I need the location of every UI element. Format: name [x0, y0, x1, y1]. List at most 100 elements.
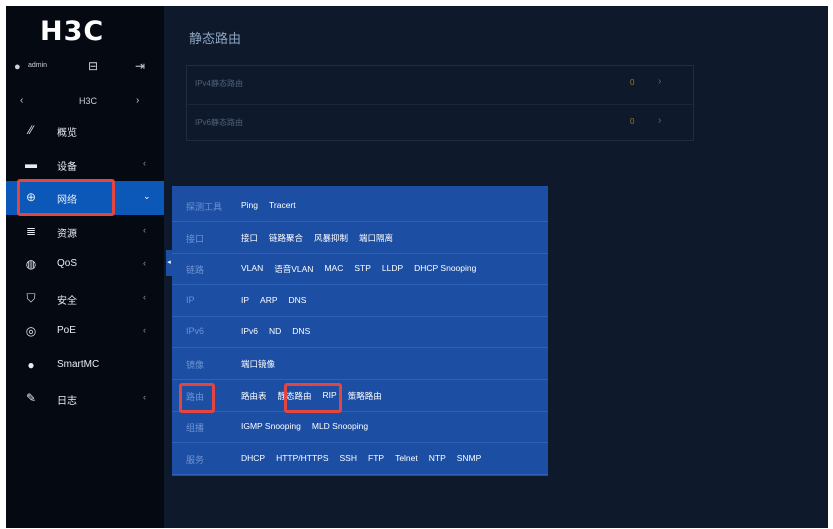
save-icon[interactable]: ⊟ [88, 59, 98, 73]
ipv4-route-row[interactable]: IPv4静态路由 0 › [187, 66, 693, 102]
menu-item[interactable]: IP [241, 295, 249, 305]
menu-item[interactable]: Telnet [395, 453, 418, 463]
menu-item[interactable]: Ping [241, 200, 258, 210]
menu-category: IP [186, 294, 195, 305]
page-title: 静态路由 [189, 31, 242, 46]
menu-category: 镜像 [186, 360, 205, 370]
chevron-icon: ‹ [143, 258, 146, 268]
menu-item[interactable]: ARP [260, 295, 277, 305]
sidebar-item[interactable]: ◍ QoS ‹ [6, 248, 164, 282]
menu-item[interactable]: DNS [292, 326, 310, 336]
chevron-icon: ‹ [143, 392, 146, 402]
menu-item[interactable]: MAC [324, 263, 343, 275]
menu-row: IP IP ARP DNS [172, 285, 548, 317]
sidebar-item-label: 日志 [57, 396, 77, 407]
menu-item[interactable]: SNMP [457, 453, 482, 463]
dashboard-icon: ⁄⁄ [28, 123, 33, 137]
menu-category: 探测工具 [186, 202, 223, 212]
menu-items: VLAN 语音VLAN MAC STP LLDP DHCP Snooping [241, 263, 476, 275]
user-bar: ● admin ⊟ ⇥ [6, 58, 164, 78]
smartmc-icon: ● [27, 357, 35, 372]
sidebar-item[interactable]: ⁄⁄ 概览 [6, 114, 164, 148]
nav-menu: ⁄⁄ 概览 ▬ 设备 ‹ ⊕ 网络 ⌄ ≣ 资源 ‹ ◍ QoS ‹ ⛉ 安全 ‹ ◎ PoE ‹ ● SmartMC ✎ 日… [6, 114, 164, 416]
menu-item[interactable]: LLDP [382, 263, 403, 275]
row-label: IPv6静态路由 [195, 118, 244, 127]
qos-icon: ◍ [25, 257, 37, 271]
device-switcher: ‹ H3C › [6, 93, 164, 111]
sidebar-item-label: SmartMC [57, 358, 100, 370]
menu-category: 链路 [186, 265, 205, 276]
prev-device-icon[interactable]: ‹ [20, 95, 23, 106]
menu-item[interactable]: DHCP [241, 453, 265, 463]
menu-row: 链路 VLAN 语音VLAN MAC STP LLDP DHCP Snooping [172, 253, 548, 286]
menu-items: Ping Tracert [241, 200, 296, 210]
menu-item[interactable]: 接口 [241, 232, 258, 244]
highlight-network [17, 179, 115, 216]
sidebar-item[interactable]: ≣ 资源 ‹ [6, 215, 164, 249]
menu-item[interactable]: 链路聚合 [269, 232, 303, 244]
row-count: 0 [630, 117, 635, 126]
menu-item[interactable]: STP [354, 263, 371, 275]
app-window: H3C ● admin ⊟ ⇥ ‹ H3C › ⁄⁄ 概览 ▬ 设备 ‹ ⊕ 网络 ⌄ ≣ 资源 ‹… [6, 6, 828, 528]
menu-item[interactable]: IGMP Snooping [241, 421, 301, 431]
sidebar-item-label: PoE [57, 325, 76, 336]
sidebar-item-label: 概览 [57, 128, 77, 139]
menu-item[interactable]: VLAN [241, 263, 263, 275]
chevron-right-icon[interactable]: › [658, 115, 661, 126]
menu-items: IGMP Snooping MLD Snooping [241, 421, 368, 431]
sidebar-item-label: 资源 [57, 228, 77, 240]
menu-row: 探测工具 Ping Tracert [172, 190, 548, 222]
menu-item[interactable]: HTTP/HTTPS [276, 453, 328, 463]
chevron-icon: ‹ [143, 157, 146, 168]
menu-row: 服务 DHCP HTTP/HTTPS SSH FTP Telnet NTP SNMP [172, 443, 548, 475]
log-icon: ✎ [25, 391, 37, 405]
sidebar-item[interactable]: ● SmartMC [6, 349, 164, 383]
sidebar-item[interactable]: ▬ 设备 ‹ [6, 148, 164, 182]
sidebar-item[interactable]: ◎ PoE ‹ [6, 315, 164, 349]
menu-category: 接口 [186, 233, 205, 244]
menu-items: 端口镜像 [241, 358, 275, 370]
menu-items: IPv6 ND DNS [241, 326, 310, 336]
menu-row: 镜像 端口镜像 [172, 348, 548, 380]
logout-icon[interactable]: ⇥ [135, 59, 145, 73]
menu-item[interactable]: 端口隔离 [359, 232, 393, 244]
menu-row: 接口 接口 链路聚合 风暴抑制 端口隔离 [172, 222, 548, 254]
chevron-icon: ‹ [143, 325, 146, 335]
sidebar-item-label: 安全 [57, 295, 77, 307]
menu-item[interactable]: SSH [340, 453, 357, 463]
chevron-icon: ⌄ [143, 191, 151, 201]
menu-items: 接口 链路聚合 风暴抑制 端口隔离 [241, 232, 393, 244]
menu-item[interactable]: DHCP Snooping [414, 263, 476, 275]
menu-item[interactable]: 策略路由 [348, 390, 382, 402]
next-device-icon[interactable]: › [136, 95, 139, 106]
menu-item[interactable]: ND [269, 326, 281, 336]
menu-row: IPv6 IPv6 ND DNS [172, 316, 548, 349]
menu-item[interactable]: 端口镜像 [241, 358, 275, 370]
device-icon: ▬ [25, 156, 37, 171]
database-icon: ≣ [25, 223, 37, 238]
chevron-icon: ‹ [143, 224, 146, 235]
menu-item[interactable]: 路由表 [241, 390, 267, 402]
menu-item[interactable]: Tracert [269, 200, 296, 210]
menu-item[interactable]: FTP [368, 453, 384, 463]
network-submenu: 探测工具 Ping Tracert 接口 接口 链路聚合 风暴抑制 端口隔离 链路 VLAN 语音V… [172, 186, 548, 476]
h3c-logo: H3C [40, 16, 105, 47]
chevron-icon: ‹ [143, 291, 146, 302]
menu-item[interactable]: 语音VLAN [274, 263, 313, 275]
chevron-right-icon[interactable]: › [658, 76, 661, 87]
menu-item[interactable]: IPv6 [241, 326, 258, 336]
sidebar-item[interactable]: ⛉ 安全 ‹ [6, 282, 164, 316]
menu-item[interactable]: DNS [289, 295, 307, 305]
menu-items: IP ARP DNS [241, 295, 306, 305]
poe-icon: ◎ [25, 324, 37, 338]
sidebar-item[interactable]: ✎ 日志 ‹ [6, 382, 164, 416]
menu-item[interactable]: MLD Snooping [312, 421, 368, 431]
ipv6-route-row[interactable]: IPv6静态路由 0 › [187, 104, 693, 140]
menu-item[interactable]: NTP [429, 453, 446, 463]
menu-item[interactable]: 风暴抑制 [314, 232, 348, 244]
row-count: 0 [630, 78, 635, 87]
menu-row: 组播 IGMP Snooping MLD Snooping [172, 411, 548, 444]
static-route-panel: IPv4静态路由 0 › IPv6静态路由 0 › [186, 65, 694, 141]
device-name: H3C [79, 96, 98, 106]
sidebar: H3C ● admin ⊟ ⇥ ‹ H3C › ⁄⁄ 概览 ▬ 设备 ‹ ⊕ 网络 ⌄ ≣ 资源 ‹… [6, 6, 164, 528]
